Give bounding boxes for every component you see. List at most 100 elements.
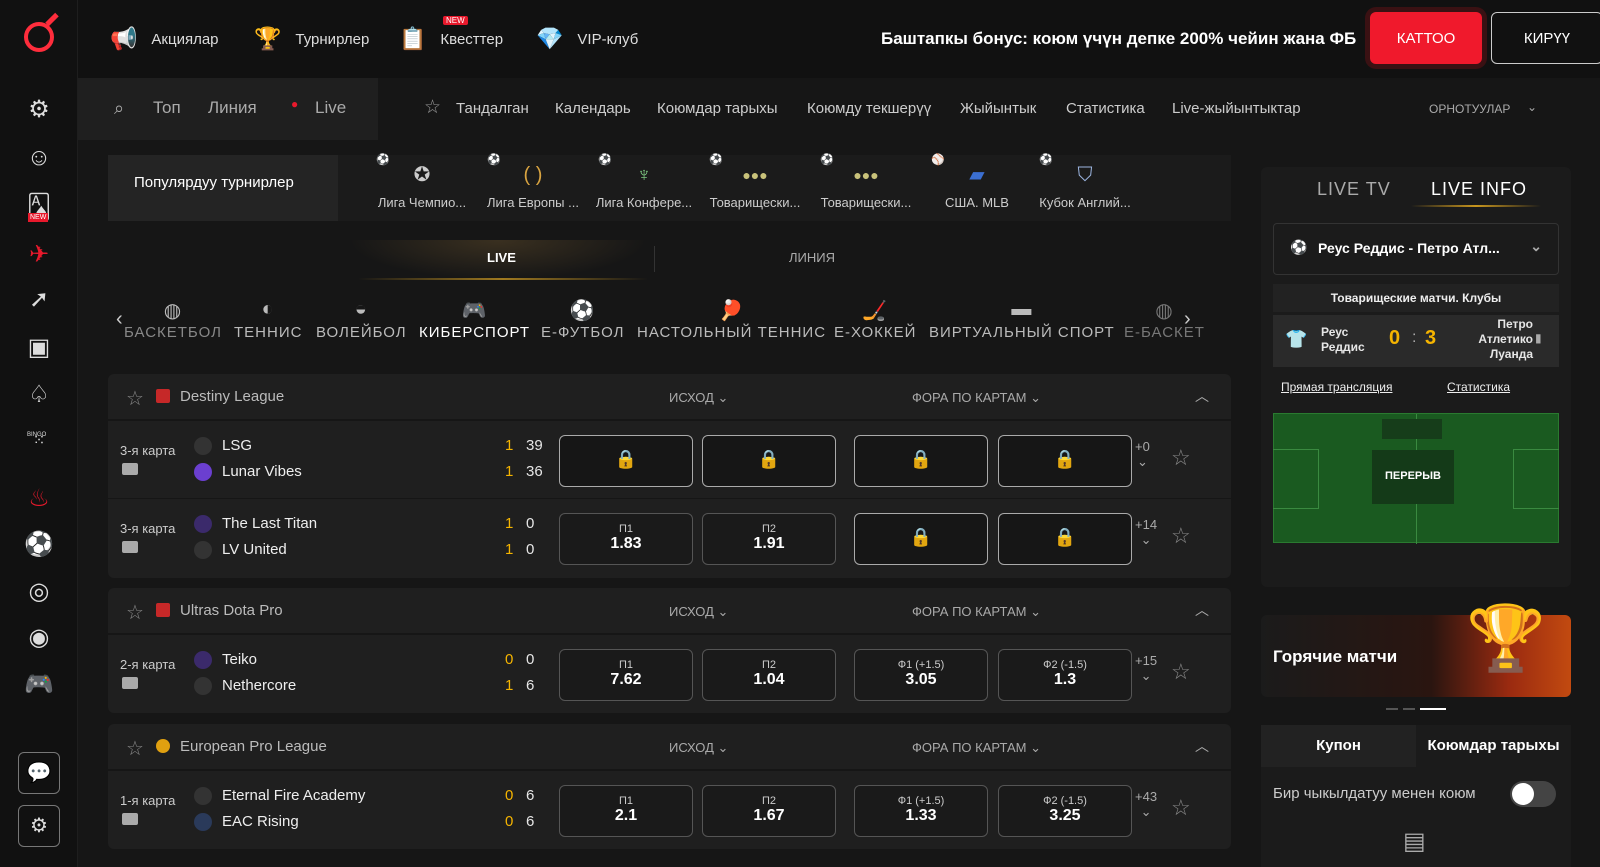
handicap-column[interactable]: ФОРА ПО КАРТАМ ⌄	[912, 740, 1041, 756]
league-name[interactable]: European Pro League	[180, 738, 327, 755]
tournament-item[interactable]: ⚽ ✪ Лига Чемпио...	[372, 154, 472, 221]
tab-live[interactable]: LIVE	[487, 250, 516, 265]
outcome-column[interactable]: ИСХОД ⌄	[669, 390, 728, 406]
star-icon[interactable]: ☆	[1171, 523, 1191, 549]
odds-button[interactable]: П1 7.62	[559, 649, 693, 701]
odds-button[interactable]: П2 1.04	[702, 649, 836, 701]
nav-tournaments[interactable]: 🏆 Турнирлер	[254, 24, 369, 54]
sport-efootball[interactable]: ⚽ Е-ФУТБОЛ	[541, 298, 624, 341]
live-results-link[interactable]: Live-жыйынтыктар	[1172, 100, 1301, 117]
chevron-down-icon[interactable]: ⌄	[1527, 100, 1537, 114]
outcome-column[interactable]: ИСХОД ⌄	[669, 740, 728, 756]
sport-basketball[interactable]: ◍ БАСКЕТБОЛ	[124, 298, 222, 341]
more-markets[interactable]: +15 ⌄	[1135, 653, 1157, 684]
handicap-column[interactable]: ФОРА ПО КАРТАМ ⌄	[912, 604, 1041, 620]
live-link[interactable]: Live	[315, 98, 346, 118]
odds-locked[interactable]: 🔒	[702, 435, 836, 487]
logo[interactable]	[24, 22, 54, 52]
settings-box-button[interactable]: ⚙	[18, 805, 60, 847]
target-icon[interactable]: ◎	[24, 577, 54, 607]
carousel-dot[interactable]	[1403, 708, 1415, 710]
statistics-link[interactable]: Статистика	[1447, 380, 1510, 394]
star-icon[interactable]: ☆	[126, 600, 144, 625]
cards-new-icon[interactable]: 🂡 NEW	[24, 193, 54, 223]
star-icon[interactable]: ☆	[1171, 445, 1191, 471]
tournament-item[interactable]: ⚾ ▰ США. MLB	[927, 154, 1027, 221]
match-row[interactable]: 3-я карта LSG Lunar Vibes 1 39 1 36 🔒 🔒 …	[108, 420, 1231, 498]
tournament-item[interactable]: ⚽ ●●● Товарищески...	[816, 154, 916, 221]
odds-button[interactable]: Ф1 (+1.5) 3.05	[854, 649, 988, 701]
statistics-link[interactable]: Статистика	[1066, 100, 1145, 117]
bonus-banner[interactable]: Баштапкы бонус: коюм үчүн депке 200% чей…	[881, 29, 1356, 49]
odds-button[interactable]: П1 2.1	[559, 785, 693, 837]
bingo-icon[interactable]: ⁙ BINGO	[24, 426, 54, 456]
calendar-link[interactable]: Календарь	[555, 100, 631, 117]
carousel-dot-active[interactable]	[1420, 708, 1446, 710]
line-link[interactable]: Линия	[208, 98, 257, 118]
live-stream-link[interactable]: Прямая трансляция	[1281, 380, 1392, 394]
odds-locked[interactable]: 🔒	[998, 513, 1132, 565]
fire-icon[interactable]: ♨	[24, 484, 54, 514]
carousel-dot[interactable]	[1386, 708, 1398, 710]
odds-button[interactable]: Ф1 (+1.5) 1.33	[854, 785, 988, 837]
casino-icon[interactable]: ♤	[24, 380, 54, 410]
agent-icon[interactable]: ☺	[24, 143, 54, 173]
tv-icon[interactable]: ▣	[24, 333, 54, 363]
tab-bet-history[interactable]: Коюмдар тарыхы	[1416, 725, 1571, 767]
chevron-up-icon[interactable]: ︿	[1195, 736, 1209, 756]
hot-matches-banner[interactable]: Горячие матчи 🏆	[1261, 602, 1571, 697]
sport-ehockey[interactable]: 🏒 Е-ХОККЕЙ	[834, 298, 916, 341]
league-name[interactable]: Destiny League	[180, 388, 284, 405]
chevron-right-icon[interactable]: ›	[1184, 308, 1192, 331]
login-button[interactable]: КИРҮҮ	[1491, 12, 1600, 64]
odds-button[interactable]: П2 1.91	[702, 513, 836, 565]
football-icon[interactable]: ⚽	[24, 530, 54, 560]
top-link[interactable]: Топ	[153, 98, 181, 118]
tab-live-tv[interactable]: LIVE TV	[1317, 179, 1391, 200]
odds-locked[interactable]: 🔒	[998, 435, 1132, 487]
tournament-item[interactable]: ⚽ ⛉ Кубок Англий...	[1035, 154, 1135, 221]
sport-esports[interactable]: 🎮 КИБЕРСПОРТ	[419, 298, 530, 341]
sport-table-tennis[interactable]: 🏓 НАСТОЛЬНЫЙ ТЕННИС	[637, 298, 826, 341]
tab-coupon[interactable]: Купон	[1261, 725, 1416, 767]
tab-live-info[interactable]: LIVE INFO	[1431, 179, 1527, 200]
star-icon[interactable]: ☆	[1171, 795, 1191, 821]
league-name[interactable]: Ultras Dota Pro	[180, 602, 283, 619]
odds-button[interactable]: П2 1.67	[702, 785, 836, 837]
odds-button[interactable]: П1 1.83	[559, 513, 693, 565]
sport-ebasket[interactable]: ◍ Е-БАСКЕТ	[1124, 298, 1205, 341]
star-icon[interactable]: ☆	[1171, 659, 1191, 685]
tab-line[interactable]: ЛИНИЯ	[789, 250, 835, 265]
bet-history-link[interactable]: Коюмдар тарыхы	[657, 100, 778, 117]
check-bet-link[interactable]: Коюмду текшерүү	[807, 100, 931, 117]
gamepad-icon[interactable]: 🎮	[24, 670, 54, 700]
handicap-column[interactable]: ФОРА ПО КАРТАМ ⌄	[912, 390, 1041, 406]
favorites-link[interactable]: Тандалган	[456, 100, 529, 117]
odds-button[interactable]: Ф2 (-1.5) 3.25	[998, 785, 1132, 837]
settings-link[interactable]: ОРНОТУУЛАР	[1429, 102, 1510, 116]
tournament-item[interactable]: ⚽( ) Лига Европы ...	[483, 154, 583, 221]
nav-vip[interactable]: 💎 VIP-клуб	[536, 24, 638, 54]
match-row[interactable]: 3-я карта The Last Titan LV United 1 0 1…	[108, 498, 1231, 576]
video-icon[interactable]	[122, 541, 138, 553]
odds-locked[interactable]: 🔒	[559, 435, 693, 487]
more-markets[interactable]: +0 ⌄	[1135, 439, 1150, 470]
nav-quests[interactable]: 📋 NEW Квесттер	[399, 16, 503, 54]
one-click-toggle[interactable]	[1510, 781, 1556, 807]
video-icon[interactable]	[122, 813, 138, 825]
odds-button[interactable]: Ф2 (-1.5) 1.3	[998, 649, 1132, 701]
sport-tennis[interactable]: ◐ ТЕННИС	[234, 298, 302, 341]
register-button[interactable]: КАТТОО	[1370, 12, 1482, 64]
results-link[interactable]: Жыйынтык	[960, 100, 1036, 117]
match-select[interactable]: ⚽ Реус Реддис - Петро Атл... ⌄	[1273, 223, 1559, 275]
tournament-item[interactable]: ⚽ ●●● Товарищески...	[705, 154, 805, 221]
star-icon[interactable]: ☆	[424, 96, 441, 119]
sport-virtual[interactable]: ▬ ВИРТУАЛЬНЫЙ СПОРТ	[929, 298, 1115, 341]
odds-locked[interactable]: 🔒	[854, 435, 988, 487]
chat-button[interactable]: 💬	[18, 752, 60, 794]
plane-icon[interactable]: ✈	[24, 240, 54, 270]
sport-volleyball[interactable]: ◒ ВОЛЕЙБОЛ	[316, 298, 407, 341]
odds-locked[interactable]: 🔒	[854, 513, 988, 565]
nav-promotions[interactable]: 📢 Акциялар	[110, 24, 219, 54]
star-icon[interactable]: ☆	[126, 386, 144, 411]
